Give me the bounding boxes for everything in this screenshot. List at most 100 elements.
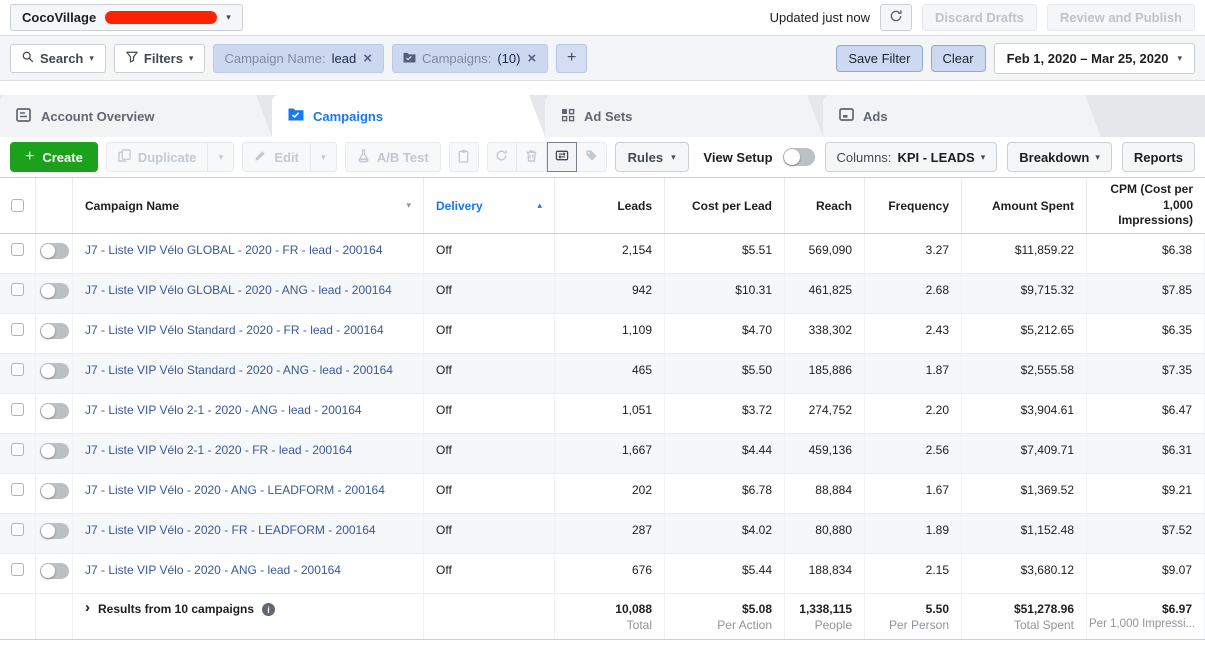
row-checkbox[interactable] (11, 483, 24, 496)
column-header-campaign-name[interactable]: Campaign Name ▾ (73, 178, 424, 233)
campaign-name-link[interactable]: J7 - Liste VIP Vélo 2-1 - 2020 - FR - le… (85, 443, 352, 457)
review-publish-button[interactable]: Review and Publish (1047, 4, 1195, 31)
campaign-name-link[interactable]: J7 - Liste VIP Vélo Standard - 2020 - FR… (85, 323, 384, 337)
campaign-status-toggle[interactable] (40, 483, 69, 499)
select-all-cell (0, 178, 36, 233)
icon-button-row (487, 142, 607, 172)
reach-cell: 274,752 (785, 394, 865, 433)
leads-cell: 2,154 (555, 234, 665, 273)
columns-button[interactable]: Columns: KPI - LEADS ▾ (825, 142, 998, 172)
campaign-name-link[interactable]: J7 - Liste VIP Vélo - 2020 - ANG - lead … (85, 563, 341, 577)
add-filter-button[interactable]: + (556, 44, 587, 73)
history-icon (495, 149, 508, 165)
column-header-delivery[interactable]: Delivery ▴ (424, 178, 555, 233)
delivery-status: Off (424, 554, 555, 593)
campaign-name-link[interactable]: J7 - Liste VIP Vélo GLOBAL - 2020 - FR -… (85, 243, 383, 257)
clear-filter-button[interactable]: Clear (931, 45, 986, 72)
discard-drafts-button[interactable]: Discard Drafts (922, 4, 1037, 31)
column-header-cpm[interactable]: CPM (Cost per 1,000 Impressions) (1087, 178, 1205, 233)
row-checkbox[interactable] (11, 563, 24, 576)
column-header-reach[interactable]: Reach (785, 178, 865, 233)
create-button[interactable]: + Create (10, 142, 98, 172)
tab-label: Ad Sets (584, 109, 632, 124)
breakdown-button[interactable]: Breakdown ▾ (1007, 142, 1112, 172)
delete-button[interactable] (517, 142, 547, 172)
table-row: J7 - Liste VIP Vélo - 2020 - FR - LEADFO… (0, 514, 1205, 554)
filter-chip-campaigns[interactable]: Campaigns: (10) × (392, 44, 548, 73)
rules-button[interactable]: Rules ▾ (615, 142, 689, 172)
column-header-leads[interactable]: Leads (555, 178, 665, 233)
campaign-status-toggle[interactable] (40, 403, 69, 419)
duplicate-button[interactable]: Duplicate (107, 143, 208, 171)
close-icon[interactable]: × (362, 51, 373, 66)
table-row: J7 - Liste VIP Vélo Standard - 2020 - AN… (0, 354, 1205, 394)
edit-button[interactable]: Edit (243, 143, 310, 171)
search-button[interactable]: Search ▾ (10, 44, 106, 73)
campaign-name-link[interactable]: J7 - Liste VIP Vélo 2-1 - 2020 - ANG - l… (85, 403, 362, 417)
column-header-amount-spent[interactable]: Amount Spent (962, 178, 1087, 233)
chip-value: lead (332, 51, 357, 66)
plus-icon: + (567, 49, 576, 67)
chip-label: Campaign Name: (224, 51, 325, 66)
amount-spent-cell: $1,369.52 (962, 474, 1087, 513)
columns-label: Columns: (837, 150, 892, 165)
select-all-checkbox[interactable] (11, 199, 24, 212)
campaign-status-toggle[interactable] (40, 523, 69, 539)
row-checkbox[interactable] (11, 323, 24, 336)
campaign-status-toggle[interactable] (40, 323, 69, 339)
tab-ads[interactable]: Ads (823, 95, 1101, 137)
column-header-frequency[interactable]: Frequency (865, 178, 962, 233)
date-range-selector[interactable]: Feb 1, 2020 – Mar 25, 2020 ▾ (994, 43, 1195, 74)
duplicate-button-group: Duplicate ▾ (106, 142, 235, 172)
results-summary[interactable]: › Results from 10 campaigns i (85, 602, 411, 616)
close-icon[interactable]: × (526, 51, 537, 66)
row-checkbox[interactable] (11, 283, 24, 296)
campaign-status-toggle[interactable] (40, 283, 69, 299)
table-row: J7 - Liste VIP Vélo GLOBAL - 2020 - ANG … (0, 274, 1205, 314)
clipboard-button[interactable] (449, 142, 479, 172)
total-frequency-cell: 5.50 Per Person (865, 594, 962, 639)
refresh-button[interactable] (880, 4, 912, 31)
pixel-swap-button[interactable] (547, 142, 577, 172)
chevron-down-icon: ▾ (226, 13, 231, 22)
save-filter-button[interactable]: Save Filter (836, 45, 922, 72)
history-button[interactable] (487, 142, 517, 172)
chevron-down-icon: ▾ (1095, 153, 1100, 162)
row-checkbox[interactable] (11, 523, 24, 536)
campaign-status-toggle[interactable] (40, 363, 69, 379)
info-icon[interactable]: i (262, 603, 275, 616)
edit-dropdown-button[interactable]: ▾ (310, 143, 336, 171)
leads-cell: 1,051 (555, 394, 665, 433)
tab-ad-sets[interactable]: Ad Sets (545, 95, 823, 137)
campaigns-table: Campaign Name ▾ Delivery ▴ Leads Cost pe… (0, 177, 1205, 640)
row-checkbox[interactable] (11, 363, 24, 376)
ab-test-button[interactable]: A/B Test (346, 143, 440, 171)
column-header-cost-per-lead[interactable]: Cost per Lead (665, 178, 785, 233)
row-checkbox[interactable] (11, 243, 24, 256)
leads-cell: 202 (555, 474, 665, 513)
campaign-name-link[interactable]: J7 - Liste VIP Vélo - 2020 - ANG - LEADF… (85, 483, 385, 497)
campaign-status-toggle[interactable] (40, 243, 69, 259)
campaign-status-toggle[interactable] (40, 443, 69, 459)
campaign-name-link[interactable]: J7 - Liste VIP Vélo GLOBAL - 2020 - ANG … (85, 283, 392, 297)
row-checkbox[interactable] (11, 443, 24, 456)
tab-campaigns[interactable]: Campaigns (272, 95, 545, 137)
tab-account-overview[interactable]: Account Overview (0, 95, 272, 137)
filters-button[interactable]: Filters ▾ (114, 44, 206, 73)
frequency-cell: 3.27 (865, 234, 962, 273)
reports-button[interactable]: Reports (1122, 142, 1195, 172)
duplicate-dropdown-button[interactable]: ▾ (207, 143, 233, 171)
view-setup-toggle[interactable] (783, 148, 815, 166)
tab-label: Campaigns (313, 109, 383, 124)
campaign-status-toggle[interactable] (40, 563, 69, 579)
campaign-name-link[interactable]: J7 - Liste VIP Vélo Standard - 2020 - AN… (85, 363, 393, 377)
cpm-cell: $9.07 (1087, 554, 1205, 593)
search-label: Search (40, 51, 83, 66)
filter-chip-campaign-name[interactable]: Campaign Name: lead × (213, 44, 384, 73)
campaign-name-link[interactable]: J7 - Liste VIP Vélo - 2020 - FR - LEADFO… (85, 523, 376, 537)
tag-button[interactable] (577, 142, 607, 172)
grid-icon (561, 108, 575, 125)
breakdown-label: Breakdown (1019, 150, 1089, 165)
row-checkbox[interactable] (11, 403, 24, 416)
account-selector[interactable]: CocoVillage ▾ (10, 4, 243, 31)
